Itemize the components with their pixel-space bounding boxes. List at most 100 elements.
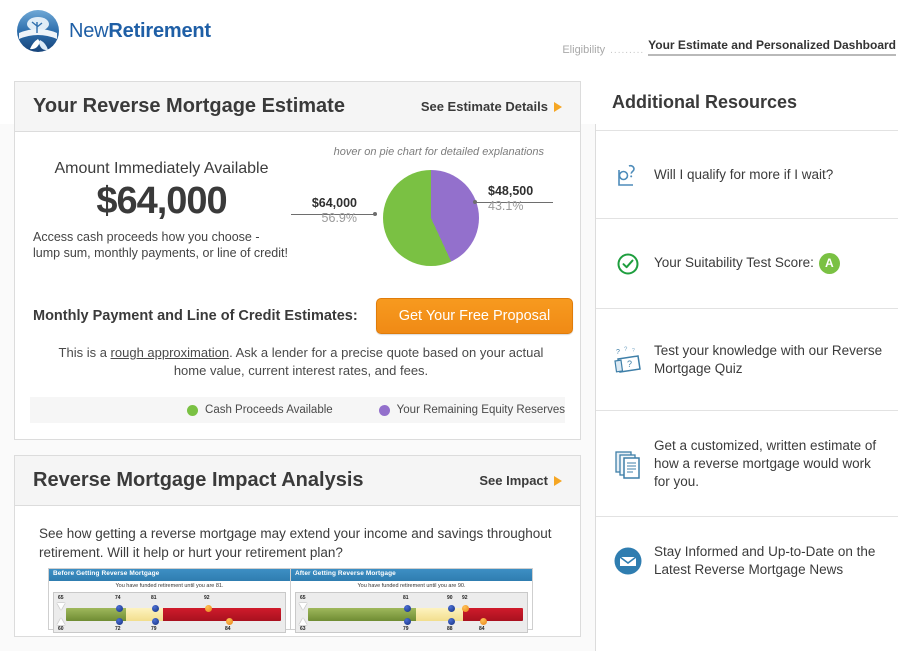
- sidebar-title: Additional Resources: [612, 92, 797, 113]
- site-logo[interactable]: NewRetirement: [16, 9, 211, 53]
- pie-label-left: $64,000 56.9%: [285, 196, 357, 225]
- after-marker-bottom-84: [480, 618, 487, 625]
- breadcrumb-item-current[interactable]: Your Estimate and Personalized Dashboard: [648, 38, 896, 56]
- after-tick-top-1: 81: [403, 595, 409, 601]
- before-chart-heading: Before Getting Reverse Mortgage: [49, 569, 290, 581]
- before-marker-top-74: [116, 605, 123, 612]
- before-chart-subtitle: You have funded retirement until you are…: [49, 583, 290, 589]
- resource-list: Will I qualify for more if I wait? Your …: [596, 130, 898, 604]
- legend-label-cash-proceeds: Cash Proceeds Available: [205, 404, 333, 416]
- after-marker-bottom-88: [448, 618, 455, 625]
- impact-card-title: Reverse Mortgage Impact Analysis: [33, 469, 364, 492]
- pie-label-right-value: $48,500: [488, 184, 572, 198]
- after-tick-top-2: 90: [447, 595, 453, 601]
- legend-item-equity-reserves: Your Remaining Equity Reserves: [379, 404, 565, 416]
- resource-label-written-estimate: Get a customized, written estimate of ho…: [654, 437, 884, 491]
- see-estimate-details-link[interactable]: See Estimate Details: [421, 99, 562, 114]
- estimate-card-title: Your Reverse Mortgage Estimate: [33, 95, 345, 118]
- before-marker-bottom-84: [226, 618, 233, 625]
- logo-wordmark: NewRetirement: [69, 20, 211, 43]
- see-impact-link[interactable]: See Impact: [479, 473, 562, 488]
- after-caret-top-icon: [299, 603, 307, 610]
- breadcrumb-separator: .........: [610, 45, 644, 56]
- resource-item-suitability-score[interactable]: Your Suitability Test Score:A: [596, 218, 898, 308]
- pie-chart-area: $64,000 56.9% $48,500 43.1%: [285, 170, 575, 280]
- resource-item-qualify-more[interactable]: Will I qualify for more if I wait?: [596, 130, 898, 218]
- chevron-right-icon: [554, 102, 562, 112]
- breadcrumb: Eligibility ......... Your Estimate and …: [562, 38, 896, 56]
- get-free-proposal-button[interactable]: Get Your Free Proposal: [376, 298, 574, 334]
- resource-label-qualify-more: Will I qualify for more if I wait?: [654, 166, 833, 184]
- after-marker-bottom-79: [404, 618, 411, 625]
- after-tick-bottom-1: 79: [403, 626, 409, 632]
- after-chart-bar: [308, 608, 523, 621]
- breadcrumb-item-eligibility[interactable]: Eligibility: [562, 44, 605, 56]
- before-tick-top-2: 81: [151, 595, 157, 601]
- pie-slice-equity-reserves[interactable]: [383, 170, 479, 266]
- after-caret-bottom-icon: [299, 618, 307, 625]
- question-person-icon: [608, 160, 648, 190]
- documents-icon: [608, 448, 648, 480]
- after-segment-yellow: [416, 608, 463, 621]
- svg-text:?: ?: [627, 359, 632, 369]
- suitability-score-badge: A: [819, 253, 840, 274]
- after-tick-bottom-3: 84: [479, 626, 485, 632]
- resource-item-quiz[interactable]: ? ? ? ? Test your knowledge with our Rev…: [596, 308, 898, 410]
- after-segment-green: [308, 608, 416, 621]
- after-marker-top-90: [448, 605, 455, 612]
- after-chart-heading: After Getting Reverse Mortgage: [291, 569, 532, 581]
- before-caret-top-icon: [57, 603, 65, 610]
- rough-approximation-link[interactable]: rough approximation: [111, 345, 230, 360]
- after-timeline-chart[interactable]: After Getting Reverse Mortgage You have …: [290, 568, 533, 630]
- after-tick-top-0: 65: [300, 595, 306, 601]
- after-chart-subtitle: You have funded retirement until you are…: [291, 583, 532, 589]
- logo-text-retirement: Retirement: [108, 20, 210, 42]
- monthly-estimates-row: Monthly Payment and Line of Credit Estim…: [15, 298, 580, 334]
- legend-item-cash-proceeds: Cash Proceeds Available: [187, 404, 333, 416]
- resource-item-written-estimate[interactable]: Get a customized, written estimate of ho…: [596, 410, 898, 516]
- after-marker-top-92: [462, 605, 469, 612]
- before-tick-top-1: 74: [115, 595, 121, 601]
- before-timeline-chart[interactable]: Before Getting Reverse Mortgage You have…: [48, 568, 291, 630]
- svg-text:?: ?: [616, 349, 620, 356]
- additional-resources-sidebar: Additional Resources Will I qualify for …: [596, 62, 898, 641]
- before-tick-bottom-3: 84: [225, 626, 231, 632]
- pie-chart[interactable]: [383, 170, 479, 266]
- before-tick-bottom-1: 72: [115, 626, 121, 632]
- before-tick-bottom-2: 79: [151, 626, 157, 632]
- after-tick-bottom-2: 88: [447, 626, 453, 632]
- pie-label-left-percent: 56.9%: [285, 211, 357, 225]
- check-circle-icon: [608, 252, 648, 276]
- before-marker-top-81: [152, 605, 159, 612]
- approx-prefix: This is a: [59, 345, 111, 360]
- estimate-card-header: Your Reverse Mortgage Estimate See Estim…: [15, 82, 580, 132]
- svg-text:?: ?: [624, 347, 628, 353]
- resource-label-suitability-score: Your Suitability Test Score:A: [654, 253, 840, 274]
- envelope-icon: [608, 546, 648, 576]
- quiz-icon: ? ? ? ?: [608, 345, 648, 375]
- impact-analysis-card: Reverse Mortgage Impact Analysis See Imp…: [14, 455, 581, 637]
- amount-label: Amount Immediately Available: [29, 160, 294, 178]
- after-segment-red: [463, 608, 523, 621]
- svg-text:?: ?: [632, 348, 635, 354]
- resource-label-news: Stay Informed and Up-to-Date on the Late…: [654, 543, 884, 579]
- before-tick-top-0: 65: [58, 595, 64, 601]
- amount-description: Access cash proceeds how you choose - lu…: [29, 229, 294, 261]
- chevron-right-icon: [554, 476, 562, 486]
- pie-label-right: $48,500 43.1%: [488, 184, 572, 213]
- before-marker-top-92: [205, 605, 212, 612]
- approximation-note: This is a rough approximation. Ask a len…: [41, 344, 561, 380]
- site-header: NewRetirement Eligibility ......... Your…: [0, 0, 898, 63]
- resource-item-news[interactable]: Stay Informed and Up-to-Date on the Late…: [596, 516, 898, 604]
- before-tick-bottom-0: 60: [58, 626, 64, 632]
- before-marker-bottom-72: [116, 618, 123, 625]
- pie-label-right-percent: 43.1%: [488, 199, 572, 213]
- monthly-estimates-label: Monthly Payment and Line of Credit Estim…: [33, 308, 358, 324]
- see-estimate-details-label: See Estimate Details: [421, 99, 548, 114]
- before-caret-bottom-icon: [57, 618, 65, 625]
- after-tick-top-3: 92: [462, 595, 468, 601]
- before-marker-bottom-79: [152, 618, 159, 625]
- before-segment-red: [163, 608, 281, 621]
- impact-description: See how getting a reverse mortgage may e…: [39, 524, 559, 562]
- see-impact-label: See Impact: [479, 473, 548, 488]
